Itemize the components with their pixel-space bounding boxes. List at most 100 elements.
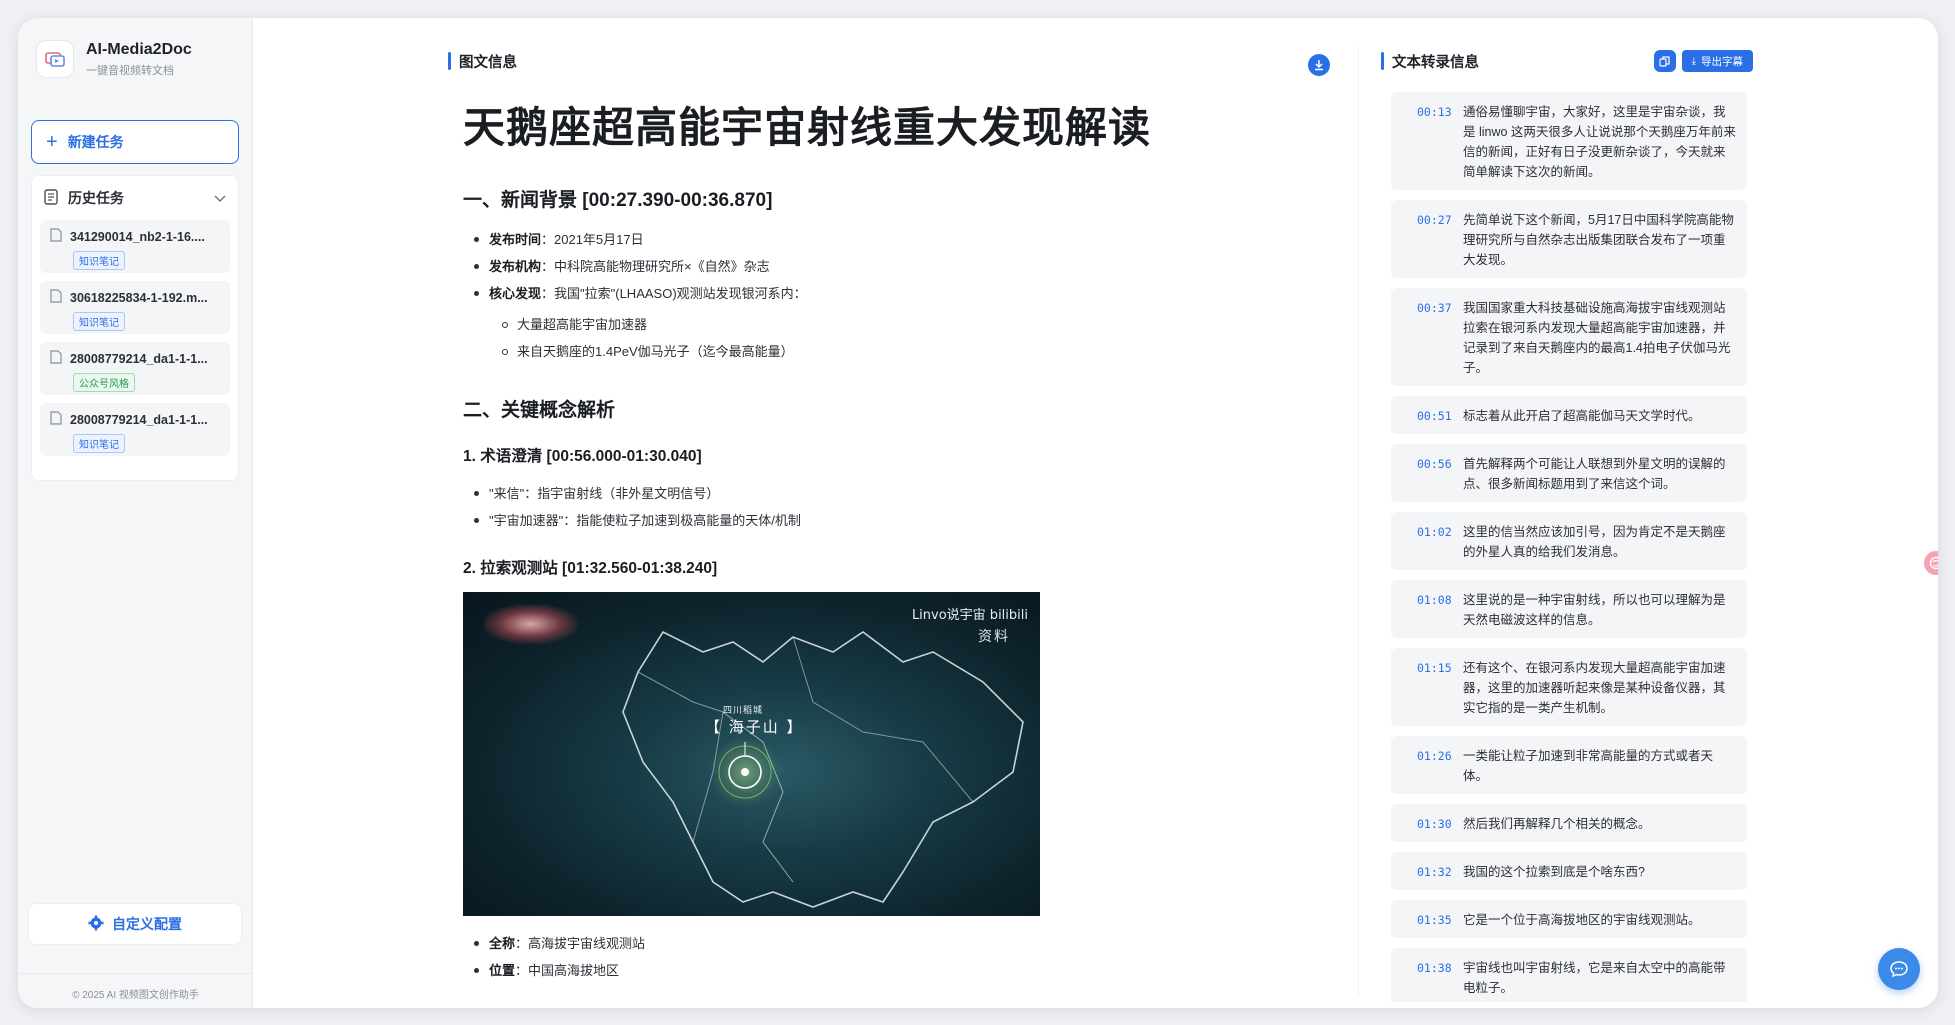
segment-text: 我国国家重大科技基础设施高海拔宇宙线观测站拉索在银河系内发现大量超高能宇宙加速器… <box>1463 301 1731 375</box>
segment-text: 先简单说下这个新闻，5月17日中国科学院高能物理研究所与自然杂志出版集团联合发布… <box>1463 213 1734 267</box>
transcript-segment[interactable]: 01:35 它是一个位于高海拔地区的宇宙线观测站。 <box>1391 900 1747 938</box>
transcript-segment[interactable]: 01:38 宇宙线也叫宇宙射线，它是来自太空中的高能带电粒子。 <box>1391 948 1747 1002</box>
file-icon <box>50 411 62 428</box>
segment-time: 00:13 <box>1417 105 1452 119</box>
lhaaso-list: 全称：高海拔宇宙线观测站 位置：中国高海拔地区 <box>463 930 1348 984</box>
transcript-segment[interactable]: 01:08 这里说的是一种宇宙射线，所以也可以理解为是天然电磁波这样的信息。 <box>1391 580 1747 638</box>
transcript-segment[interactable]: 00:13 通俗易懂聊宇宙，大家好，这里是宇宙杂谈，我是 linwo 这两天很多人… <box>1391 92 1747 190</box>
image-location-small: 四川稻城 <box>723 705 764 715</box>
list-item: 大量超高能宇宙加速器 <box>491 311 1348 338</box>
segment-text: 还有这个、在银河系内发现大量超高能宇宙加速器，这里的加速器听起来像是某种设备仪器… <box>1463 661 1726 715</box>
gear-icon <box>88 915 104 934</box>
blurred-region <box>483 604 578 644</box>
transcript-segment[interactable]: 01:32 我国的这个拉索到底是个啥东西? <box>1391 852 1747 890</box>
translate-float-icon[interactable] <box>1924 551 1938 575</box>
terms-list: "来信"：指宇宙射线（非外星文明信号） "宇宙加速器"：指能使粒子加速到极高能量… <box>463 480 1348 534</box>
history-item-name: 28008779214_da1-1-1... <box>70 412 208 427</box>
new-task-button[interactable]: + 新建任务 <box>31 120 239 164</box>
history-label: 历史任务 <box>68 190 124 206</box>
segment-time: 01:26 <box>1417 749 1452 763</box>
transcript-segment[interactable]: 00:51 标志着从此开启了超高能伽马天文学时代。 <box>1391 396 1747 434</box>
segment-text: 宇宙线也叫宇宙射线，它是来自太空中的高能带电粒子。 <box>1463 961 1726 995</box>
heading-lhaaso: 2. 拉索观测站 [01:32.560-01:38.240] <box>463 560 718 577</box>
image-location-label: 【 海子山 】 <box>705 718 804 736</box>
transcript-segment[interactable]: 00:27 先简单说下这个新闻，5月17日中国科学院高能物理研究所与自然杂志出版集… <box>1391 200 1747 278</box>
copy-button[interactable] <box>1653 50 1676 72</box>
video-frame-image: Linvo说宇宙 bilibili 资料 四川稻城 【 海子山 】 <box>463 592 1040 916</box>
transcript-segment[interactable]: 01:02 这里的信当然应该加引号，因为肯定不是天鹅座的外星人真的给我们发消息。 <box>1391 512 1747 570</box>
history-toggle[interactable]: 历史任务 <box>32 176 238 220</box>
file-icon <box>50 350 62 367</box>
sidebar: AI-Media2Doc 一键音视频转文档 + 新建任务 历史任务 341290… <box>18 18 253 1008</box>
chevron-down-icon <box>214 190 226 206</box>
transcript-segment[interactable]: 00:37 我国国家重大科技基础设施高海拔宇宙线观测站拉索在银河系内发现大量超高能… <box>1391 288 1747 386</box>
segment-text: 这里的信当然应该加引号，因为肯定不是天鹅座的外星人真的给我们发消息。 <box>1463 525 1726 559</box>
history-item-tag: 公众号风格 <box>73 373 135 392</box>
segment-text: 然后我们再解释几个相关的概念。 <box>1463 817 1651 831</box>
list-item: 发布机构：中科院高能物理研究所×《自然》杂志 <box>463 253 1348 280</box>
app-window: AI-Media2Doc 一键音视频转文档 + 新建任务 历史任务 341290… <box>18 18 1938 1008</box>
segment-time: 00:37 <box>1417 301 1452 315</box>
segment-time: 01:08 <box>1417 593 1452 607</box>
transcript-segment[interactable]: 01:26 一类能让粒子加速到非常高能量的方式或者天体。 <box>1391 736 1747 794</box>
history-item-name: 28008779214_da1-1-1... <box>70 351 208 366</box>
segment-time: 00:56 <box>1417 457 1452 471</box>
transcript-panel: 文本转录信息 ⤓ 导出字幕 00:13 通俗易懂聊宇宙，大家好，这里是宇宙杂谈，我… <box>1358 46 1768 1002</box>
segment-text: 一类能让粒子加速到非常高能量的方式或者天体。 <box>1463 749 1714 783</box>
history-item-name: 30618225834-1-192.m... <box>70 290 208 305</box>
history-item[interactable]: 28008779214_da1-1-1... 知识笔记 <box>40 403 230 456</box>
download-icon[interactable] <box>1308 54 1330 76</box>
segment-time: 01:02 <box>1417 525 1452 539</box>
history-item-name: 341290014_nb2-1-16.... <box>70 229 205 244</box>
article-document: 天鹅座超高能宇宙射线重大发现解读 一、新闻背景 [00:27.390-00:36… <box>448 94 1348 984</box>
history-item-tag: 知识笔记 <box>73 251 125 270</box>
plus-icon: + <box>46 131 58 153</box>
transcript-header: 文本转录信息 ⤓ 导出字幕 <box>1381 46 1753 76</box>
app-subtitle: 一键音视频转文档 <box>86 64 174 77</box>
transcript-segment[interactable]: 01:15 还有这个、在银河系内发现大量超高能宇宙加速器，这里的加速器听起来像是某… <box>1391 648 1747 726</box>
brand: AI-Media2Doc 一键音视频转文档 <box>36 40 192 78</box>
export-subtitles-button[interactable]: ⤓ 导出字幕 <box>1681 50 1753 72</box>
list-item: 核心发现：我国"拉索"(LHAASO)观测站发现银河系内： <box>463 280 1348 307</box>
custom-config-button[interactable]: 自定义配置 <box>28 903 242 945</box>
image-watermark-caption: 资料 <box>978 629 1010 645</box>
transcript-list[interactable]: 00:13 通俗易懂聊宇宙，大家好，这里是宇宙杂谈，我是 linwo 这两天很多人… <box>1391 92 1747 1002</box>
list-item: 位置：中国高海拔地区 <box>463 957 1348 984</box>
chat-icon[interactable] <box>1878 948 1920 990</box>
custom-config-label: 自定义配置 <box>112 916 182 932</box>
article-panel: 图文信息 天鹅座超高能宇宙射线重大发现解读 一、新闻背景 [00:27.390-… <box>448 46 1348 996</box>
history-item-tag: 知识笔记 <box>73 434 125 453</box>
transcript-segment[interactable]: 00:56 首先解释两个可能让人联想到外星文明的误解的点、很多新闻标题用到了来信这… <box>1391 444 1747 502</box>
transcript-segment[interactable]: 01:30 然后我们再解释几个相关的概念。 <box>1391 804 1747 842</box>
section-accent-bar <box>448 52 451 70</box>
heading-terms: 1. 术语澄清 [00:56.000-01:30.040] <box>463 448 702 465</box>
article-title: 天鹅座超高能宇宙射线重大发现解读 <box>463 104 1152 151</box>
file-icon <box>50 289 62 306</box>
image-watermark: Linvo说宇宙 bilibili <box>911 608 1028 623</box>
segment-time: 01:38 <box>1417 961 1452 975</box>
list-item: 全称：高海拔宇宙线观测站 <box>463 930 1348 957</box>
history-item[interactable]: 30618225834-1-192.m... 知识笔记 <box>40 281 230 334</box>
segment-time: 01:32 <box>1417 865 1452 879</box>
article-section-header: 图文信息 <box>448 46 1348 76</box>
list-item: 发布时间：2021年5月17日 <box>463 226 1348 253</box>
segment-time: 00:27 <box>1417 213 1452 227</box>
segment-time: 00:51 <box>1417 409 1452 423</box>
background-list: 发布时间：2021年5月17日 发布机构：中科院高能物理研究所×《自然》杂志 核… <box>463 226 1348 307</box>
history-item-tag: 知识笔记 <box>73 312 125 331</box>
sidebar-footer: © 2025 AI 视频图文创作助手 <box>18 973 253 1008</box>
export-subtitles-label: 导出字幕 <box>1701 55 1743 68</box>
document-list-icon <box>44 188 58 208</box>
new-task-label: 新建任务 <box>67 134 124 150</box>
app-logo-icon <box>36 40 74 78</box>
list-item: "来信"：指宇宙射线（非外星文明信号） <box>463 480 1348 507</box>
list-item: 来自天鹅座的1.4PeV伽马光子（迄今最高能量） <box>491 338 1348 365</box>
app-title: AI-Media2Doc <box>86 40 192 58</box>
list-item: "宇宙加速器"：指能使粒子加速到极高能量的天体/机制 <box>463 507 1348 534</box>
section-accent-bar <box>1381 52 1384 70</box>
heading-concepts: 二、关键概念解析 <box>463 400 616 421</box>
history-item[interactable]: 28008779214_da1-1-1... 公众号风格 <box>40 342 230 395</box>
segment-text: 我国的这个拉索到底是个啥东西? <box>1463 865 1645 879</box>
history-item[interactable]: 341290014_nb2-1-16.... 知识笔记 <box>40 220 230 273</box>
segment-text: 这里说的是一种宇宙射线，所以也可以理解为是天然电磁波这样的信息。 <box>1463 593 1726 627</box>
